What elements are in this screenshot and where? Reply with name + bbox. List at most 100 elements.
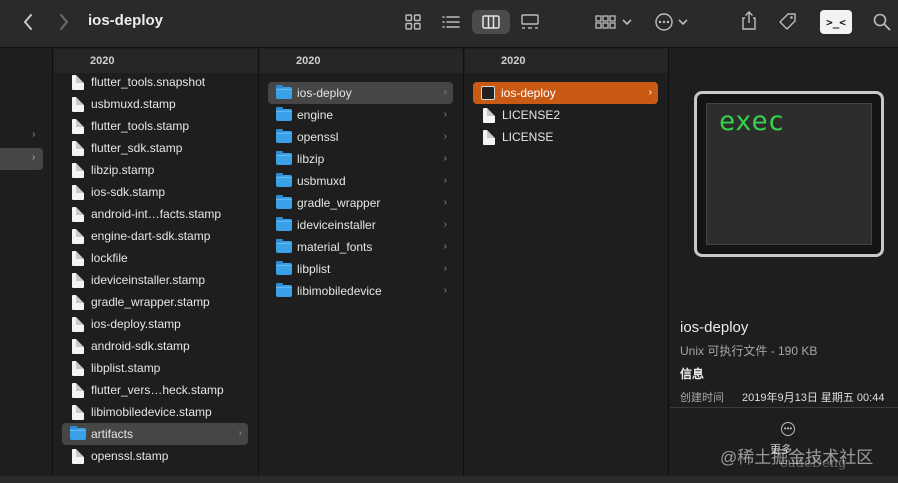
action-button[interactable] [652, 12, 690, 32]
file-row[interactable]: flutter_tools.stamp [62, 115, 248, 137]
file-row[interactable]: android-int…facts.stamp [62, 203, 248, 225]
folder-row[interactable]: openssl › [268, 126, 453, 148]
list-view-icon [442, 16, 460, 28]
document-icon [72, 140, 84, 156]
toolbar: ios-deploy >_< [0, 0, 898, 48]
document-icon [72, 382, 84, 398]
chevron-right-icon: › [443, 109, 447, 120]
folder-row[interactable]: material_fonts › [268, 236, 453, 258]
item-label: libimobiledevice.stamp [91, 405, 212, 419]
gallery-view-button[interactable] [520, 13, 540, 31]
column-1[interactable]: 2020 flutter_tools.snapshot usbmuxd.stamp… [54, 49, 259, 483]
folder-icon [276, 195, 292, 209]
folder-row[interactable]: libimobiledevice › [268, 280, 453, 302]
chevron-right-icon: › [443, 175, 447, 186]
ellipsis-circle-icon [654, 13, 673, 31]
chevron-right-icon [60, 14, 69, 30]
file-row[interactable]: ios-deploy.stamp [62, 313, 248, 335]
item-label: engine [297, 108, 334, 122]
file-row[interactable]: flutter_tools.snapshot [62, 71, 248, 93]
file-row[interactable]: flutter_vers…heck.stamp [62, 379, 248, 401]
folder-icon [276, 129, 292, 143]
exec-thumbnail: exec [694, 91, 884, 257]
folder-row[interactable]: libzip › [268, 148, 453, 170]
item-label: openssl.stamp [91, 449, 169, 463]
document-icon [483, 107, 495, 123]
file-row[interactable]: libimobiledevice.stamp [62, 401, 248, 423]
file-row[interactable]: ideviceinstaller.stamp [62, 269, 248, 291]
chevron-right-icon: › [238, 428, 242, 439]
document-icon [72, 448, 84, 464]
parent-selected-row[interactable] [0, 148, 43, 170]
status-bar [0, 476, 898, 483]
thumbnail-text: exec [719, 106, 785, 137]
parent-column[interactable]: › › [0, 49, 53, 483]
file-row[interactable]: lockfile [62, 247, 248, 269]
chevron-down-icon [677, 19, 688, 26]
folder-row[interactable]: gradle_wrapper › [268, 192, 453, 214]
watermark-sub: cudeDeng [780, 456, 847, 471]
document-icon [72, 118, 84, 134]
search-button[interactable] [872, 12, 892, 32]
chevron-right-icon: › [32, 152, 36, 163]
folder-icon [276, 151, 292, 165]
folder-icon [70, 426, 86, 440]
file-row[interactable]: LICENSE2 [473, 104, 658, 126]
chevron-right-icon: › [443, 87, 447, 98]
file-row[interactable]: flutter_sdk.stamp [62, 137, 248, 159]
item-label: ideviceinstaller.stamp [91, 273, 206, 287]
item-label: flutter_tools.snapshot [91, 75, 206, 89]
group-button[interactable] [594, 13, 632, 31]
folder-icon [276, 85, 292, 99]
folder-icon [276, 173, 292, 187]
more-icon[interactable]: ••• [781, 422, 795, 436]
item-label: gradle_wrapper.stamp [91, 295, 210, 309]
item-label: libimobiledevice [297, 284, 382, 298]
item-label: ios-deploy [501, 86, 556, 100]
folder-row[interactable]: ideviceinstaller › [268, 214, 453, 236]
column-2[interactable]: 2020 ios-deploy › engine › openssl › libzip › us… [260, 49, 464, 483]
document-icon [72, 228, 84, 244]
item-label: ios-deploy.stamp [91, 317, 181, 331]
folder-row[interactable]: artifacts › [62, 423, 248, 445]
file-row[interactable]: ios-sdk.stamp [62, 181, 248, 203]
column-view-icon [482, 15, 500, 29]
item-label: libplist.stamp [91, 361, 161, 375]
back-button[interactable] [18, 12, 38, 32]
list-view-button[interactable] [441, 13, 461, 31]
created-value: 2019年9月13日 星期五 00:44 [742, 392, 885, 404]
item-label: LICENSE [502, 130, 554, 144]
column-header: 2020 [54, 49, 258, 73]
forward-button[interactable] [54, 12, 74, 32]
file-row[interactable]: libzip.stamp [62, 159, 248, 181]
file-row[interactable]: android-sdk.stamp [62, 335, 248, 357]
tags-button[interactable] [777, 11, 799, 33]
item-label: material_fonts [297, 240, 373, 254]
chevron-right-icon: › [648, 87, 652, 98]
file-row[interactable]: ios-deploy › [473, 82, 658, 104]
terminal-button[interactable]: >_< [820, 10, 852, 34]
folder-row[interactable]: engine › [268, 104, 453, 126]
share-button[interactable] [740, 11, 758, 31]
column-3[interactable]: 2020 ios-deploy › LICENSE2 LICENSE [465, 49, 669, 483]
file-row[interactable]: gradle_wrapper.stamp [62, 291, 248, 313]
file-row[interactable]: usbmuxd.stamp [62, 93, 248, 115]
folder-row[interactable]: libplist › [268, 258, 453, 280]
file-row[interactable]: engine-dart-sdk.stamp [62, 225, 248, 247]
file-row[interactable]: LICENSE [473, 126, 658, 148]
chevron-right-icon: › [443, 241, 447, 252]
icon-view-button[interactable] [404, 13, 422, 31]
folder-row[interactable]: usbmuxd › [268, 170, 453, 192]
chevron-right-icon: › [443, 219, 447, 230]
info-heading: 信息 [680, 367, 705, 381]
item-label: artifacts [91, 427, 134, 441]
item-label: usbmuxd [297, 174, 346, 188]
document-icon [72, 294, 84, 310]
file-row[interactable]: libplist.stamp [62, 357, 248, 379]
file-row[interactable]: openssl.stamp [62, 445, 248, 467]
column-view-button[interactable] [472, 10, 510, 34]
tag-icon [779, 13, 796, 30]
item-label: usbmuxd.stamp [91, 97, 176, 111]
folder-row[interactable]: ios-deploy › [268, 82, 453, 104]
document-icon [72, 360, 84, 376]
